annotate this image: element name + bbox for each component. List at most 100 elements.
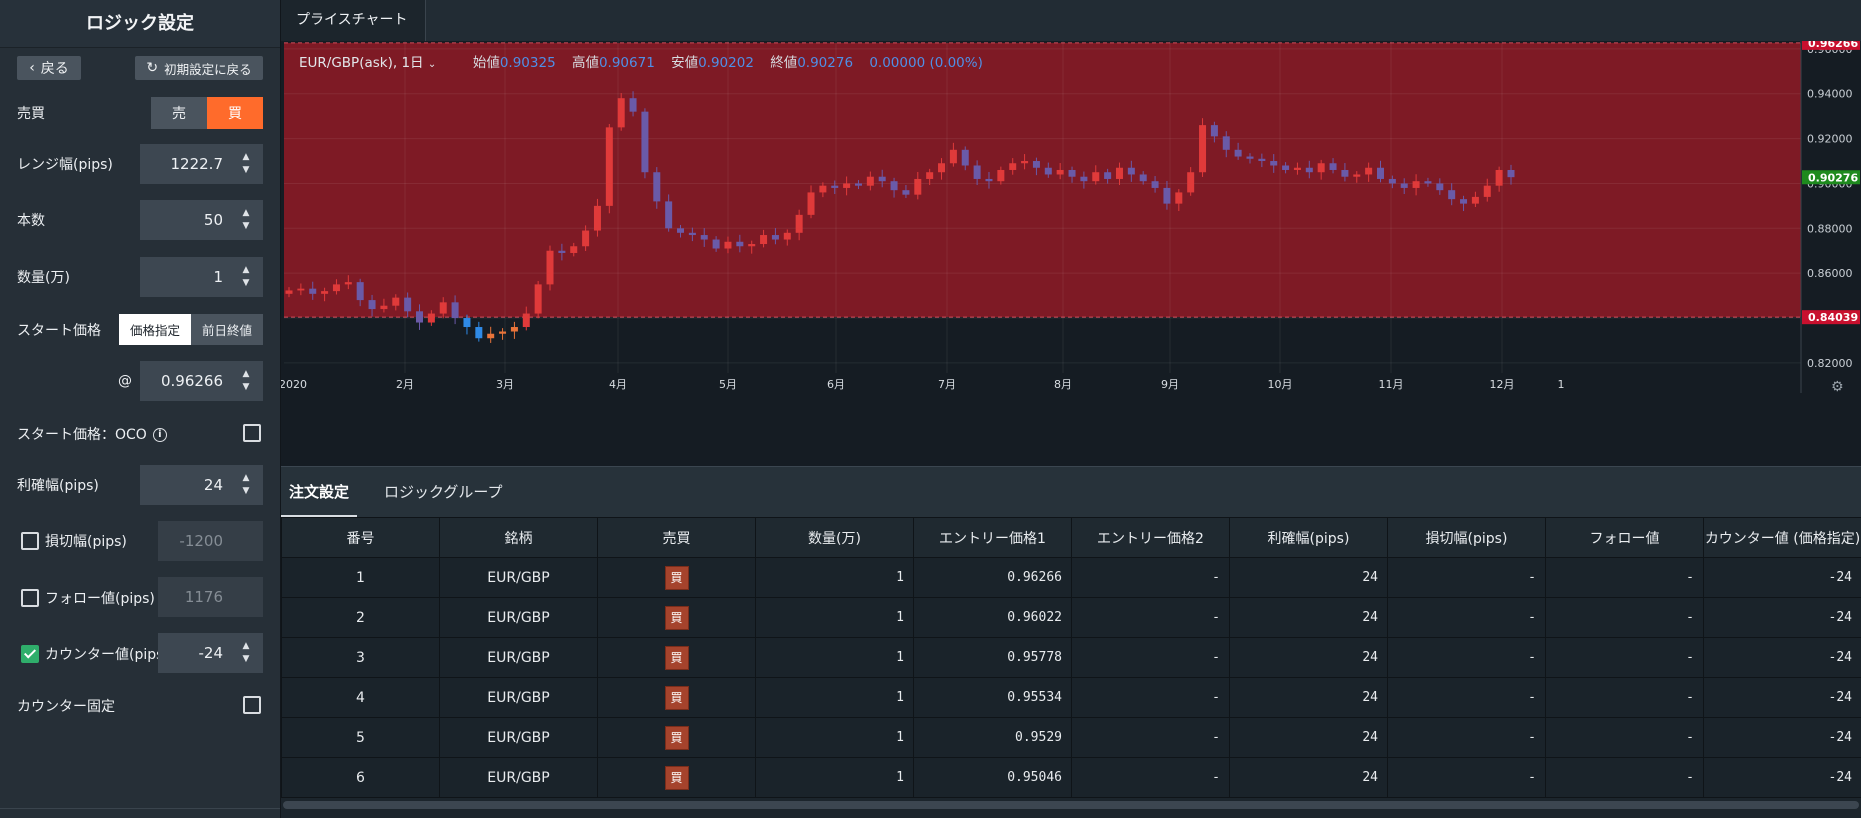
prev-close-option[interactable]: 前日終値 <box>191 314 263 345</box>
counter-fix-label: カウンター固定 <box>17 699 115 715</box>
candle-body <box>961 149 969 166</box>
candle-body <box>1127 167 1135 175</box>
candle-body <box>1495 169 1503 186</box>
sell-option[interactable]: 売 <box>151 97 207 129</box>
horizontal-scrollbar[interactable] <box>283 801 1859 809</box>
take-profit-stepper[interactable]: 24 ▲ ▼ <box>140 465 263 505</box>
candle-body <box>854 183 862 186</box>
tab-order-settings[interactable]: 注文設定 <box>281 467 357 517</box>
stepper-arrows-icon[interactable]: ▲ ▼ <box>241 209 251 231</box>
oco-checkbox[interactable] <box>243 424 261 442</box>
buy-option[interactable]: 買 <box>207 97 263 129</box>
back-button[interactable]: ‹ 戻る <box>17 56 81 80</box>
candle-body <box>973 165 981 179</box>
candle-body <box>1163 187 1171 204</box>
candle-body <box>427 313 435 323</box>
column-header[interactable]: フォロー値 <box>1545 517 1704 558</box>
candle-body <box>321 291 329 294</box>
candle-body <box>1388 178 1396 184</box>
take-profit-value: 24 <box>203 476 223 494</box>
start-price-value: 0.96266 <box>160 372 223 390</box>
stepper-arrows-icon[interactable]: ▲ ▼ <box>241 474 251 496</box>
count-value: 50 <box>203 211 223 229</box>
table-row[interactable]: 5 EUR/GBP 買 1 0.9529-24- - -24 <box>281 717 1861 758</box>
order-table: 番号 銘柄 売買 数量(万) エントリー価格1 エントリー価格2 利確幅(pips) 損切幅(… <box>281 517 1861 798</box>
tab-logic-group[interactable]: ロジックグループ <box>384 467 503 517</box>
table-cell: 買 <box>597 637 756 678</box>
table-row[interactable]: 3 EUR/GBP 買 1 0.95778-24- - -24 <box>281 637 1861 678</box>
table-cell: EUR/GBP <box>439 637 598 678</box>
column-header[interactable]: 番号 <box>281 517 440 558</box>
info-icon[interactable]: i <box>152 428 167 442</box>
price-specified-option[interactable]: 価格指定 <box>119 314 191 345</box>
candle-body <box>368 300 376 310</box>
open-value: 0.90325 <box>499 55 556 71</box>
table-cell: - <box>1545 757 1704 798</box>
column-header[interactable]: エントリー価格1 <box>913 517 1072 558</box>
candle-body <box>344 282 352 285</box>
reset-label: 初期設定に戻る <box>164 61 252 77</box>
table-row[interactable]: 6 EUR/GBP 買 1 0.95046-24- - -24 <box>281 757 1861 798</box>
candle-body <box>1305 167 1313 173</box>
table-cell: - <box>1387 597 1546 638</box>
column-header[interactable]: 損切幅(pips) <box>1387 517 1546 558</box>
candle-body <box>783 232 791 240</box>
panel-divider <box>0 808 280 809</box>
table-header-row: 番号 銘柄 売買 数量(万) エントリー価格1 エントリー価格2 利確幅(pips) 損切幅(… <box>281 517 1861 558</box>
settings-gear-icon[interactable]: ⚙ <box>1831 379 1844 395</box>
buy-badge: 買 <box>664 565 689 590</box>
column-header[interactable]: エントリー価格2 <box>1071 517 1230 558</box>
candle-body <box>1044 167 1052 175</box>
stop-loss-label: 損切幅(pips) <box>45 534 127 550</box>
start-price-stepper[interactable]: 0.96266 ▲ ▼ <box>140 361 263 401</box>
table-cell: - <box>1387 717 1546 758</box>
candle-body <box>1009 163 1017 170</box>
y-tick-label: 0.88000 <box>1807 222 1853 235</box>
table-cell: - <box>1071 757 1230 798</box>
price-chart[interactable]: 0.960000.940000.920000.900000.880000.860… <box>281 41 1861 466</box>
follow-checkbox[interactable] <box>21 589 39 607</box>
table-cell: 1 <box>755 597 914 638</box>
chevron-down-icon: ⌄ <box>427 59 437 70</box>
stepper-arrows-icon[interactable]: ▲ ▼ <box>241 266 251 288</box>
table-cell: EUR/GBP <box>439 677 598 718</box>
table-cell: -24 <box>1703 677 1861 718</box>
stop-loss-checkbox[interactable] <box>21 532 39 550</box>
symbol-selector[interactable]: EUR/GBP(ask), 1日 ⌄ <box>299 55 436 71</box>
column-header[interactable]: 利確幅(pips) <box>1229 517 1388 558</box>
table-row[interactable]: 1 EUR/GBP 買 1 0.96266-24- - -24 <box>281 557 1861 598</box>
qty-stepper[interactable]: 1 ▲ ▼ <box>140 257 263 297</box>
table-cell: - <box>1071 677 1230 718</box>
count-stepper[interactable]: 50 ▲ ▼ <box>140 200 263 240</box>
table-row[interactable]: 2 EUR/GBP 買 1 0.96022-24- - -24 <box>281 597 1861 638</box>
reset-defaults-button[interactable]: ↻ 初期設定に戻る <box>135 56 263 80</box>
table-cell: 0.96022 <box>913 597 1072 638</box>
candle-body <box>1222 136 1230 150</box>
counter-checkbox[interactable] <box>21 645 39 663</box>
candle-body <box>1460 199 1468 204</box>
buy-badge: 買 <box>664 685 689 710</box>
counter-fix-checkbox[interactable] <box>243 696 261 714</box>
stepper-arrows-icon[interactable]: ▲ ▼ <box>241 370 251 392</box>
candle-body <box>617 98 625 128</box>
table-row[interactable]: 4 EUR/GBP 買 1 0.95534-24- - -24 <box>281 677 1861 718</box>
main-area: プライスチャート 0.960000.940000.920000.900000.8… <box>281 0 1861 818</box>
candle-body <box>1376 167 1384 179</box>
counter-stepper[interactable]: -24 ▲ ▼ <box>158 633 263 673</box>
take-profit-label: 利確幅(pips) <box>17 478 99 494</box>
table-cell: 買 <box>597 677 756 718</box>
tab-bar: プライスチャート <box>281 0 1861 42</box>
table-cell: 1 <box>755 677 914 718</box>
table-cell: 24 <box>1229 717 1388 758</box>
column-header[interactable]: 数量(万) <box>755 517 914 558</box>
column-header[interactable]: カウンター値 (価格指定) <box>1703 517 1861 558</box>
range-stepper[interactable]: 1222.7 ▲ ▼ <box>140 144 263 184</box>
price-label-text: 0.96266 <box>1808 41 1858 50</box>
column-header[interactable]: 銘柄 <box>439 517 598 558</box>
stepper-arrows-icon[interactable]: ▲ ▼ <box>241 153 251 175</box>
candle-body <box>700 235 708 240</box>
stepper-arrows-icon[interactable]: ▲ ▼ <box>241 642 251 664</box>
tab-price-chart[interactable]: プライスチャート <box>281 0 427 41</box>
column-header[interactable]: 売買 <box>597 517 756 558</box>
chart-canvas[interactable]: 0.960000.940000.920000.900000.880000.860… <box>281 41 1861 466</box>
